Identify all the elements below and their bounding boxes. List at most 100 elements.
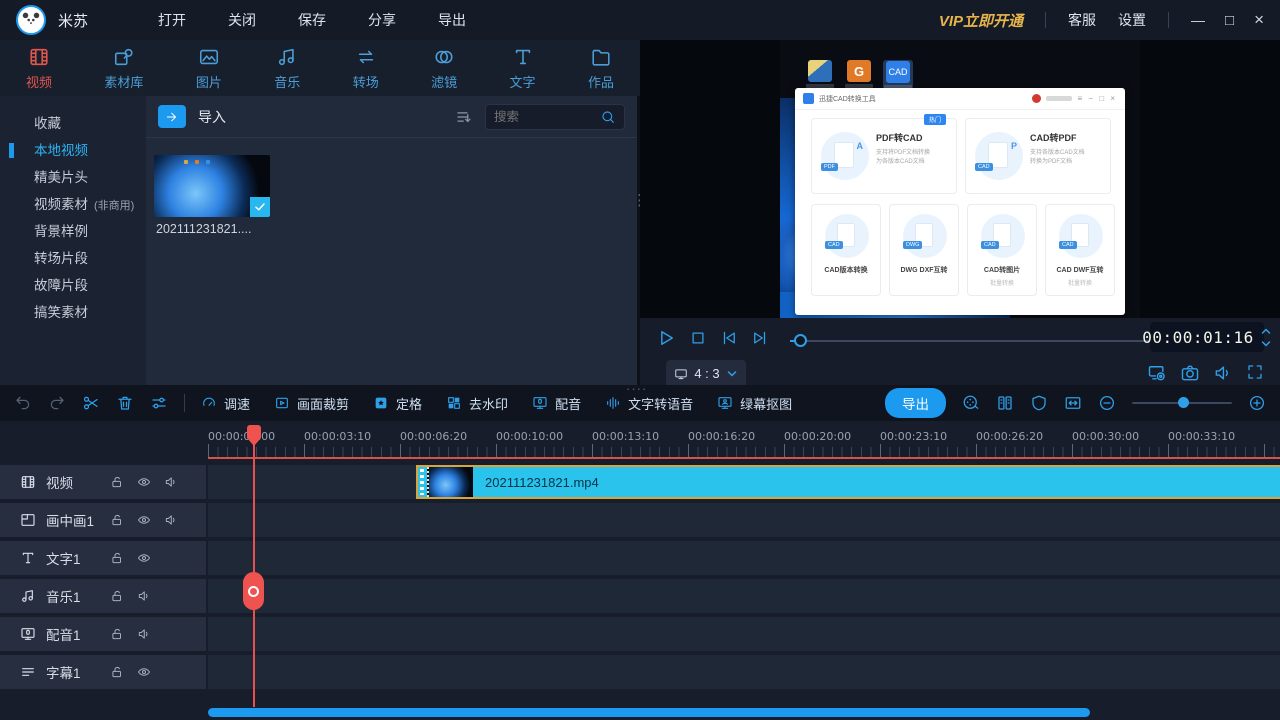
track-lane-music[interactable]	[208, 579, 1280, 613]
seek-knob[interactable]	[794, 334, 807, 347]
menu-open[interactable]: 打开	[158, 10, 186, 30]
tool-freeze[interactable]: 定格	[373, 394, 422, 413]
minimize-button[interactable]: —	[1191, 12, 1205, 28]
zoom-out-icon[interactable]	[1098, 394, 1116, 412]
sidebar-item-funny[interactable]: 搞笑素材	[0, 299, 146, 326]
track-lane-dub[interactable]	[208, 617, 1280, 651]
display-settings-icon[interactable]	[1147, 363, 1167, 383]
zoom-in-icon[interactable]	[1248, 394, 1266, 412]
menu-share[interactable]: 分享	[368, 10, 396, 30]
sidebar-item-transitions[interactable]: 转场片段	[0, 245, 146, 272]
fullscreen-icon[interactable]	[1246, 363, 1264, 381]
support-button[interactable]: 客服	[1068, 10, 1096, 30]
sidebar-item-glitch[interactable]: 故障片段	[0, 272, 146, 299]
track-lane-video[interactable]: 202111231821.mp4	[208, 465, 1280, 499]
menu-save[interactable]: 保存	[298, 10, 326, 30]
import-button[interactable]	[158, 105, 186, 128]
sidebar-item-intros[interactable]: 精美片头	[0, 164, 146, 191]
seek-slider[interactable]	[790, 334, 1200, 347]
eye-icon[interactable]	[137, 513, 151, 527]
crop-icon	[274, 395, 290, 411]
maximize-button[interactable]: □	[1225, 12, 1234, 29]
undo-icon[interactable]	[14, 394, 32, 412]
menu-close[interactable]: 关闭	[228, 10, 256, 30]
tool-dub[interactable]: 配音	[532, 394, 581, 413]
speaker-icon[interactable]	[164, 513, 178, 527]
tab-image[interactable]: 图片	[196, 46, 222, 91]
tool-chroma[interactable]: 绿幕抠图	[717, 394, 792, 413]
tool-crop[interactable]: 画面裁剪	[274, 394, 349, 413]
playhead-handle[interactable]	[243, 572, 264, 610]
tab-transition[interactable]: 转场	[353, 46, 379, 91]
app-logo[interactable]	[16, 5, 46, 35]
speaker-icon[interactable]	[137, 589, 151, 603]
close-button[interactable]: ×	[1254, 10, 1264, 30]
sidebar-item-backgrounds[interactable]: 背景样例	[0, 218, 146, 245]
adjust-icon[interactable]	[150, 394, 168, 412]
eye-icon[interactable]	[137, 475, 151, 489]
track-lane-text[interactable]	[208, 541, 1280, 575]
next-frame-button[interactable]	[751, 329, 769, 347]
eye-icon[interactable]	[137, 551, 151, 565]
snapshot-icon[interactable]	[1180, 363, 1200, 383]
tab-music[interactable]: 音乐	[274, 46, 300, 91]
storyboard-icon[interactable]	[996, 394, 1014, 412]
timecode-box[interactable]: 00:00:01:16	[1142, 322, 1264, 352]
speaker-icon[interactable]	[137, 627, 151, 641]
shield-icon[interactable]	[1030, 394, 1048, 412]
transition-icon	[355, 46, 377, 68]
tool-speed[interactable]: 调速	[201, 394, 250, 413]
tab-text[interactable]: 文字	[510, 46, 536, 91]
redo-icon[interactable]	[48, 394, 66, 412]
search-input[interactable]	[494, 109, 600, 124]
lock-icon[interactable]	[110, 627, 124, 641]
video-clip[interactable]: 202111231821.mp4	[416, 465, 1280, 499]
timeline-resize-handle[interactable]: ····	[626, 381, 647, 396]
menu-export[interactable]: 导出	[438, 10, 466, 30]
volume-icon[interactable]	[1213, 363, 1233, 383]
lock-icon[interactable]	[110, 589, 124, 603]
prev-frame-button[interactable]	[720, 329, 738, 347]
timecode-value[interactable]: 00:00:01:16	[1142, 328, 1253, 347]
sidebar-item-local-video[interactable]: 本地视频	[0, 137, 146, 164]
media-item[interactable]	[154, 155, 270, 217]
timecode-up-icon[interactable]	[1260, 325, 1272, 337]
tool-tts[interactable]: 文字转语音	[605, 394, 693, 413]
search-icon	[600, 109, 616, 125]
tab-library[interactable]: 素材库	[104, 46, 143, 91]
export-button[interactable]: 导出	[885, 388, 946, 418]
tool-watermark[interactable]: 去水印	[446, 394, 508, 413]
track-lane-subtitle[interactable]	[208, 655, 1280, 689]
search-box[interactable]	[485, 103, 625, 130]
cut-icon[interactable]	[82, 394, 100, 412]
sort-icon[interactable]	[455, 108, 473, 126]
eye-icon[interactable]	[137, 665, 151, 679]
lock-icon[interactable]	[110, 665, 124, 679]
play-button[interactable]	[656, 328, 676, 348]
speaker-icon[interactable]	[164, 475, 178, 489]
tab-filter[interactable]: 滤镜	[431, 46, 457, 91]
timecode-down-icon[interactable]	[1260, 338, 1272, 350]
vip-upgrade-button[interactable]: VIP立即开通	[939, 10, 1023, 31]
delete-icon[interactable]	[116, 394, 134, 412]
panel-resize-handle[interactable]: ⋮	[632, 193, 647, 208]
track-lane-pip[interactable]	[208, 503, 1280, 537]
timeline-scrollbar[interactable]	[208, 708, 1090, 717]
aspect-ratio-select[interactable]: 4 : 3	[666, 360, 746, 387]
stop-button[interactable]	[689, 329, 707, 347]
lock-icon[interactable]	[110, 475, 124, 489]
tab-works[interactable]: 作品	[588, 46, 614, 91]
lock-icon[interactable]	[110, 513, 124, 527]
track-label: 配音1	[46, 628, 81, 643]
tab-video[interactable]: 视频	[26, 46, 52, 91]
sidebar-item-video-assets[interactable]: 视频素材 (非商用)	[0, 191, 146, 218]
timeline-zoom-slider[interactable]	[1132, 397, 1232, 408]
clip-trim-handle[interactable]	[420, 469, 424, 495]
selected-check-badge[interactable]	[250, 197, 270, 217]
sidebar-item-favorites[interactable]: 收藏	[0, 110, 146, 137]
settings-button[interactable]: 设置	[1118, 10, 1146, 30]
lock-icon[interactable]	[110, 551, 124, 565]
fit-timeline-icon[interactable]	[1064, 394, 1082, 412]
reel-icon[interactable]	[962, 394, 980, 412]
zoom-knob[interactable]	[1178, 397, 1189, 408]
